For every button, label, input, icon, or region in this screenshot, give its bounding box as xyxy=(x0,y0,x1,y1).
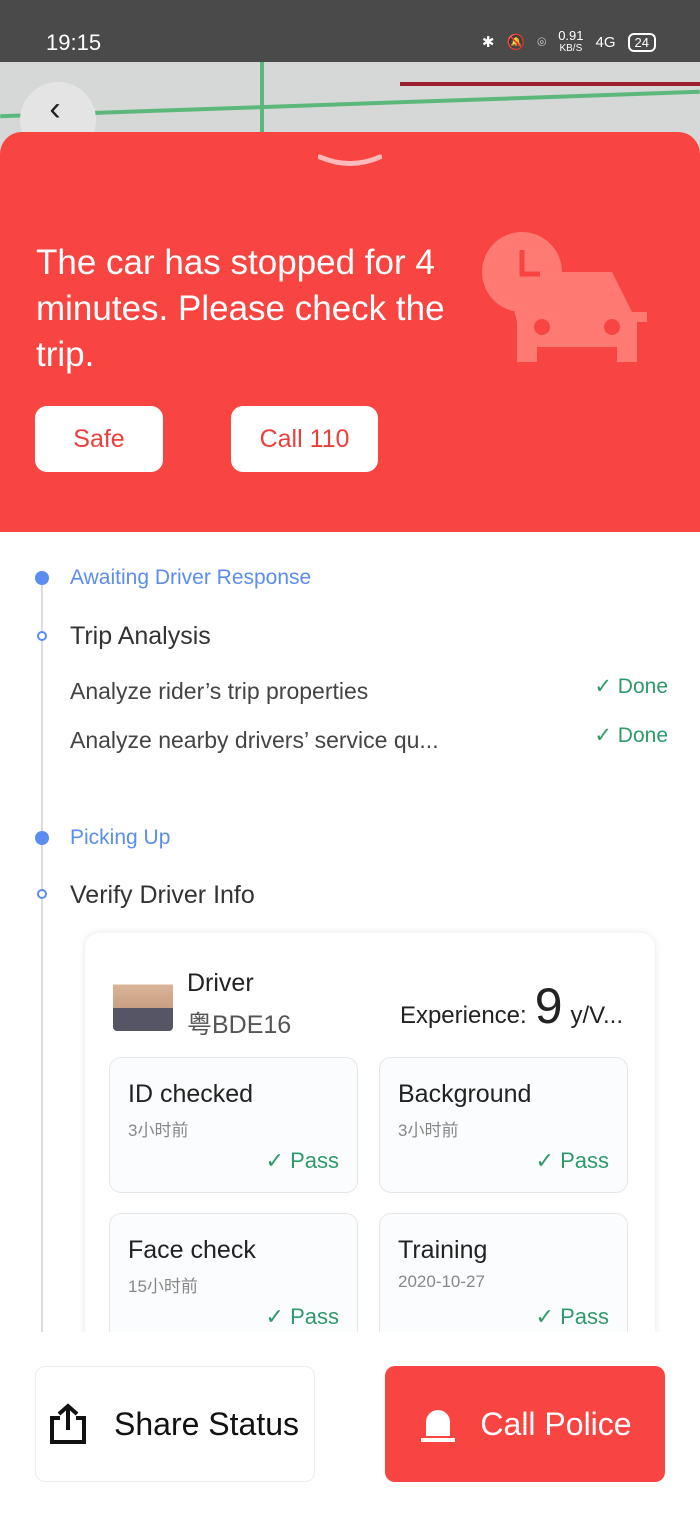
share-status-button[interactable]: Share Status xyxy=(35,1366,315,1482)
stage-dot xyxy=(35,571,49,585)
driver-info-card: Driver 粤BDE16 Experience: 9 y/V... ID ch… xyxy=(85,933,655,1353)
check-icon: ✓ xyxy=(594,724,618,747)
step-dot xyxy=(37,631,47,641)
check-time: 15小时前 xyxy=(128,1277,198,1296)
pass-status: ✓ Pass xyxy=(535,1148,609,1173)
police-label: Call Police xyxy=(480,1405,632,1442)
driver-avatar xyxy=(113,973,173,1031)
pass-status: ✓ Pass xyxy=(535,1304,609,1329)
stage-picking-up: Picking Up xyxy=(70,826,171,849)
driver-name: Driver xyxy=(187,969,254,997)
timeline-line xyxy=(41,578,43,1332)
pass-label: Pass xyxy=(290,1304,339,1329)
check-icon: ✓ xyxy=(594,675,618,698)
verify-driver-title: Verify Driver Info xyxy=(70,881,255,909)
share-icon xyxy=(50,1403,86,1444)
check-title: ID checked xyxy=(128,1080,254,1108)
done-label: Done xyxy=(617,675,668,698)
check-title: Background xyxy=(398,1080,532,1108)
alert-message: The car has stopped for 4 minutes. Pleas… xyxy=(36,243,445,374)
pass-label: Pass xyxy=(560,1148,609,1173)
experience-unit: y/V... xyxy=(570,1002,623,1029)
stop-alert-panel: The car has stopped for 4 minutes. Pleas… xyxy=(0,132,700,532)
stage-awaiting: Awaiting Driver Response xyxy=(70,566,312,589)
check-title: Face check xyxy=(128,1236,256,1264)
pass-label: Pass xyxy=(560,1304,609,1329)
bottom-action-bar: Share Status Call Police xyxy=(0,1332,700,1518)
status-bar: 19:15 ✱ 🔕 ⌾ 0.91 KB/S 4G 24 xyxy=(0,0,700,62)
done-status: ✓ Done xyxy=(594,723,668,748)
analysis-item: Analyze nearby drivers’ service qu... xyxy=(70,727,439,753)
experience-label: Experience: xyxy=(399,1002,527,1029)
check-training: Training 2020-10-27 ✓ Pass xyxy=(379,1213,628,1349)
location-icon: ⌾ xyxy=(537,33,547,51)
bluetooth-icon: ✱ xyxy=(481,34,495,51)
experience-value: 9 xyxy=(534,978,563,1034)
chevron-left-icon: ‹ xyxy=(49,89,61,128)
network-speed: 0.91 xyxy=(558,28,584,43)
share-label: Share Status xyxy=(114,1405,299,1442)
analysis-item: Analyze rider’s trip properties xyxy=(70,678,369,704)
signal-icon: 4G xyxy=(595,33,616,51)
call-police-button[interactable]: Call Police xyxy=(385,1366,665,1482)
pass-status: ✓ Pass xyxy=(265,1148,339,1173)
done-label: Done xyxy=(617,724,668,747)
stage-dot xyxy=(35,831,49,845)
pass-label: Pass xyxy=(290,1148,339,1173)
license-plate: 粤BDE16 xyxy=(187,1011,292,1039)
siren-icon xyxy=(421,1410,456,1442)
speed-unit: KB/S xyxy=(559,43,583,54)
step-dot xyxy=(37,889,47,899)
experience: Experience: 9 y/V... xyxy=(400,977,623,1035)
check-time: 2020-10-27 xyxy=(398,1272,485,1291)
car-clock-icon xyxy=(482,232,647,362)
call-110-button[interactable]: Call 110 xyxy=(231,406,378,472)
pass-status: ✓ Pass xyxy=(265,1304,339,1329)
check-time: 3小时前 xyxy=(128,1121,189,1140)
battery-icon: 24 xyxy=(627,32,656,52)
clock: 19:15 xyxy=(46,30,102,55)
collapse-handle-icon[interactable] xyxy=(318,154,382,168)
check-face: Face check 15小时前 ✓ Pass xyxy=(109,1213,358,1349)
mute-icon: 🔕 xyxy=(506,34,526,51)
done-status: ✓ Done xyxy=(594,674,668,699)
check-title: Training xyxy=(398,1236,488,1264)
check-time: 3小时前 xyxy=(398,1121,459,1140)
check-id: ID checked 3小时前 ✓ Pass xyxy=(109,1057,358,1193)
safe-button[interactable]: Safe xyxy=(35,406,163,472)
check-background: Background 3小时前 ✓ Pass xyxy=(379,1057,628,1193)
trip-analysis-title: Trip Analysis xyxy=(70,622,211,650)
